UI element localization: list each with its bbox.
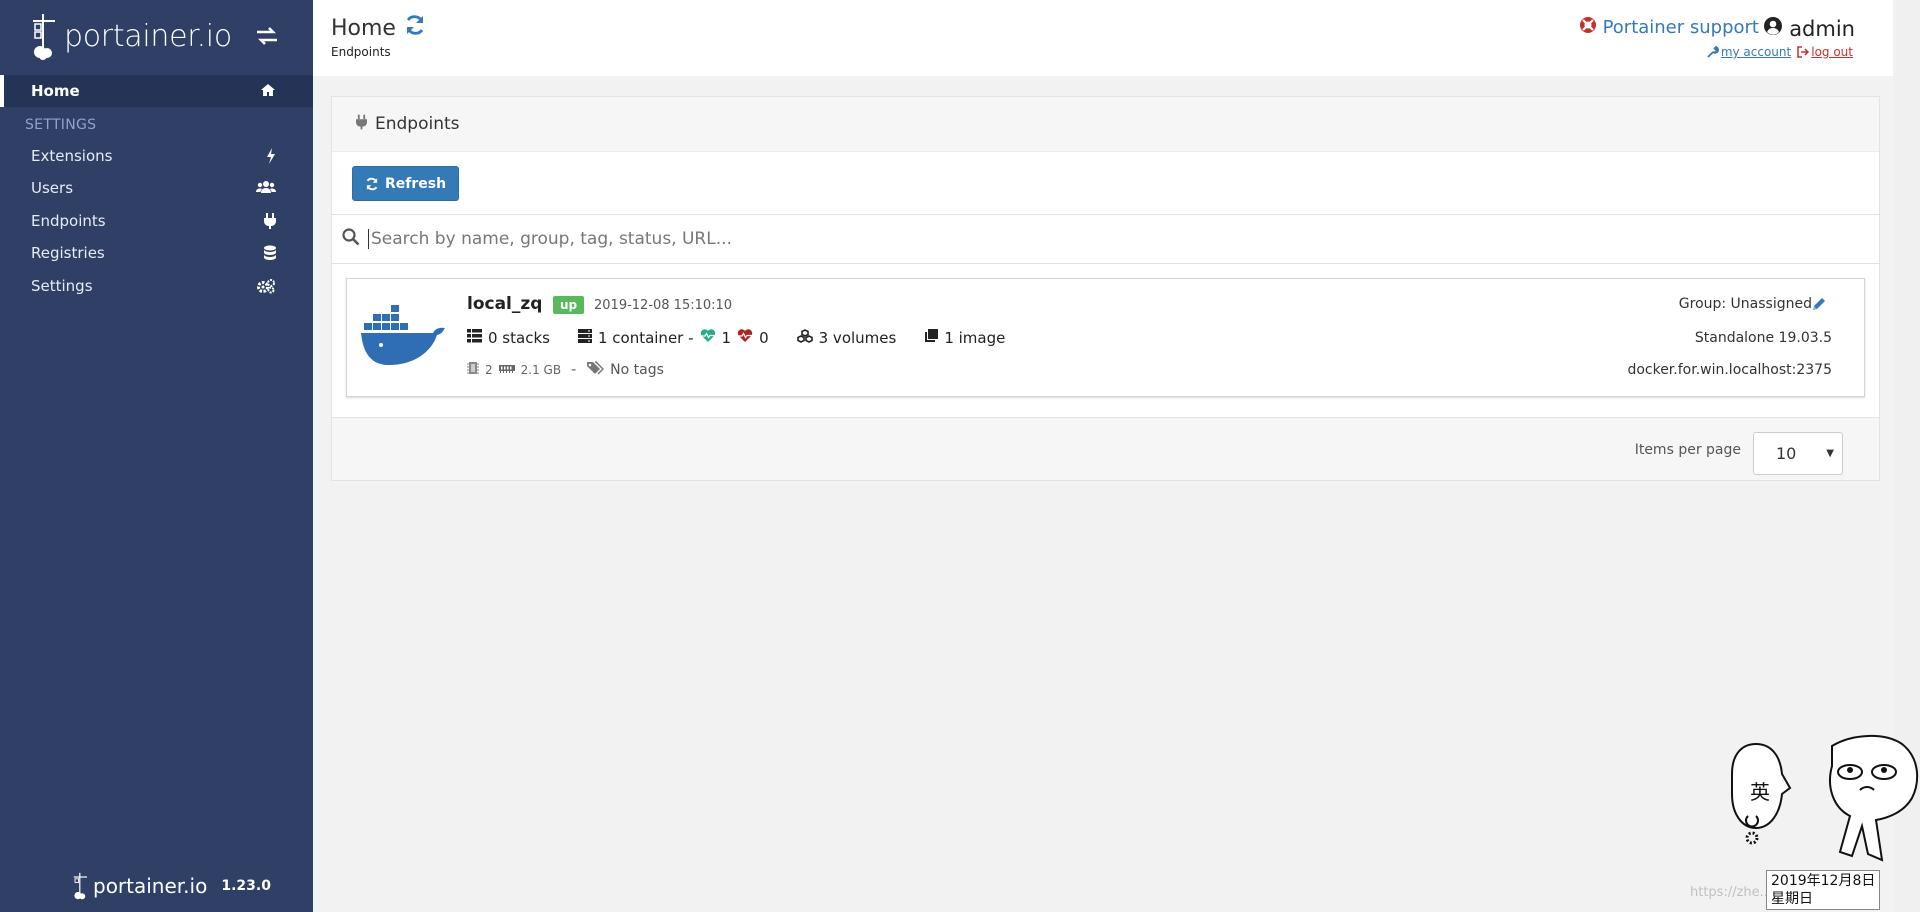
panel-header: Endpoints <box>332 97 1879 152</box>
sidebar-item-label: Users <box>31 179 74 197</box>
endpoint-date: 2019-12-08 15:10:10 <box>594 298 733 313</box>
search-input[interactable] <box>368 229 1768 249</box>
sidebar-item-label: Registries <box>31 244 105 262</box>
home-icon <box>260 83 276 101</box>
support-link[interactable]: Portainer support <box>1579 16 1759 39</box>
sidebar-item-home[interactable]: Home <box>0 75 313 107</box>
sidebar-item-label: Endpoints <box>31 212 106 230</box>
endpoint-stats: 0 stacks 1 container - 1 0 3 volumes 1 i… <box>467 329 1005 347</box>
crane-icon <box>73 872 87 900</box>
items-per-page-select[interactable]: 10 ▼ <box>1753 432 1843 475</box>
support-label: Portainer support <box>1602 17 1759 38</box>
sidebar-item-registries[interactable]: Registries <box>0 237 313 269</box>
tags-icon <box>586 361 605 379</box>
tags-label: No tags <box>610 362 664 378</box>
refresh-icon[interactable] <box>404 14 426 42</box>
user-links: my account log out <box>1707 45 1853 59</box>
cubes-icon <box>796 329 813 347</box>
memory-icon <box>498 362 515 378</box>
sidebar-item-settings[interactable]: Settings <box>0 270 313 302</box>
plug-icon <box>356 114 367 135</box>
heartbeat-unhealthy-icon <box>737 329 753 347</box>
ime-mascot[interactable]: 英 <box>1722 734 1920 872</box>
crane-icon <box>33 14 55 60</box>
endpoint-group: Group: Unassigned <box>1678 296 1812 312</box>
sidebar-item-label: Settings <box>31 277 93 295</box>
caret-down-icon: ▼ <box>1826 448 1834 459</box>
sidebar-item-label: Extensions <box>31 147 113 165</box>
weekday-line: 星期日 <box>1771 891 1813 907</box>
life-ring-icon <box>1579 16 1597 39</box>
meta-separator: - <box>571 362 577 378</box>
endpoint-url: docker.for.win.localhost:2375 <box>1627 362 1832 378</box>
refresh-button[interactable]: Refresh <box>352 166 460 201</box>
sidebar-item-endpoints[interactable]: Endpoints <box>0 205 313 237</box>
logout-link[interactable]: log out <box>1797 45 1853 59</box>
date-line: 2019年12月8日 <box>1771 873 1876 889</box>
volumes-count: 3 volumes <box>818 329 897 347</box>
sidebar-item-label: Home <box>31 82 80 100</box>
cpu-icon <box>467 361 479 379</box>
endpoint-meta: 2 2.1 GB - No tags <box>467 361 664 379</box>
app-version: 1.23.0 <box>221 878 271 894</box>
status-badge: up <box>553 296 585 314</box>
stacks-count: 0 stacks <box>488 329 550 347</box>
page-header: Home Endpoints Portainer support admin m… <box>313 0 1893 76</box>
items-per-page-label: Items per page <box>1634 442 1741 458</box>
panel-title: Endpoints <box>375 114 460 134</box>
bolt-icon <box>266 148 276 168</box>
containers-count: 1 container - <box>597 329 694 347</box>
user-circle-icon <box>1763 16 1783 41</box>
endpoints-panel: Endpoints Refresh local_zq up 2019-12-08 <box>331 96 1880 481</box>
footer-logo: portainer.io <box>72 870 207 902</box>
th-list-icon <box>467 329 482 347</box>
page-title-text: Home <box>331 15 396 41</box>
endpoint-name: local_zq <box>467 294 543 314</box>
gear-icon <box>1745 831 1759 845</box>
refresh-button-label: Refresh <box>385 175 447 192</box>
refresh-icon <box>366 177 378 190</box>
sidebar-header: portainer.io <box>0 0 313 72</box>
database-icon <box>264 245 276 265</box>
unhealthy-count: 0 <box>759 329 769 347</box>
breadcrumb: Endpoints <box>331 45 391 59</box>
portainer-logo[interactable]: portainer.io <box>30 12 232 60</box>
logout-label: log out <box>1811 45 1853 59</box>
user-menu: admin <box>1763 16 1855 41</box>
sidebar-item-users[interactable]: Users <box>0 172 313 204</box>
plug-icon <box>264 213 276 233</box>
healthy-count: 1 <box>721 329 732 347</box>
items-per-page-value: 10 <box>1776 444 1797 463</box>
pencil-icon[interactable] <box>1812 296 1826 315</box>
search-bar <box>332 214 1879 264</box>
cpu-count: 2 <box>485 363 493 377</box>
wrench-icon <box>1707 46 1719 58</box>
search-icon <box>342 228 360 250</box>
pagination-bar: Items per page 10 ▼ <box>332 417 1879 480</box>
sidebar-footer: portainer.io 1.23.0 <box>72 870 271 902</box>
cogs-icon <box>256 278 276 298</box>
docker-logo-icon <box>361 303 449 371</box>
clone-icon <box>924 329 939 347</box>
footer-logo-text: portainer.io <box>93 874 208 898</box>
sidebar-toggle-icon[interactable] <box>255 26 279 50</box>
endpoint-item[interactable]: local_zq up 2019-12-08 15:10:10 0 stacks… <box>346 278 1865 397</box>
page-title: Home <box>331 14 426 42</box>
sidebar-item-extensions[interactable]: Extensions <box>0 140 313 172</box>
server-icon <box>577 329 592 347</box>
sidebar-section-settings: SETTINGS <box>25 117 97 133</box>
my-account-label: my account <box>1720 45 1792 59</box>
username: admin <box>1789 16 1855 41</box>
ime-language-char: 英 <box>1750 780 1770 804</box>
my-account-link[interactable]: my account <box>1707 45 1791 59</box>
logo-text: portainer.io <box>64 18 232 54</box>
memory-size: 2.1 GB <box>520 363 562 377</box>
taskbar-date-tooltip: 2019年12月8日 星期日 <box>1766 870 1881 910</box>
images-count: 1 image <box>944 329 1006 347</box>
endpoint-engine: Standalone 19.03.5 <box>1694 330 1832 346</box>
sign-out-icon <box>1797 46 1810 58</box>
users-icon <box>256 180 276 198</box>
heartbeat-healthy-icon <box>700 329 716 347</box>
sidebar: portainer.io Home SETTINGS Extensions Us… <box>0 0 313 912</box>
